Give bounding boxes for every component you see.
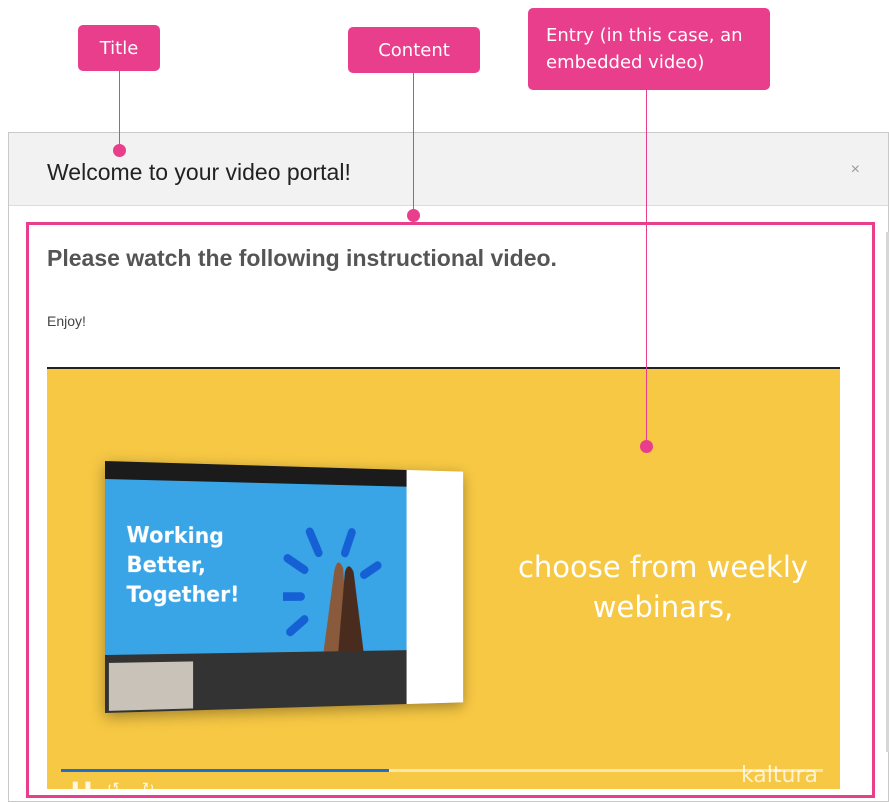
modal-title: Welcome to your video portal! (47, 159, 351, 186)
entry-callout: Entry (in this case, an embedded video) (528, 8, 770, 90)
title-callout-label: Title (100, 38, 139, 59)
title-dot (113, 144, 126, 157)
content-outline (26, 222, 875, 798)
content-callout-label: Content (378, 40, 450, 61)
content-dot (407, 209, 420, 222)
close-icon[interactable]: × (851, 161, 860, 179)
modal-header: Welcome to your video portal! × (9, 133, 888, 206)
title-callout: Title (78, 25, 160, 71)
title-connector (119, 71, 120, 148)
content-callout: Content (348, 27, 480, 73)
content-connector (413, 73, 414, 212)
entry-callout-label: Entry (in this case, an embedded video) (546, 25, 743, 73)
